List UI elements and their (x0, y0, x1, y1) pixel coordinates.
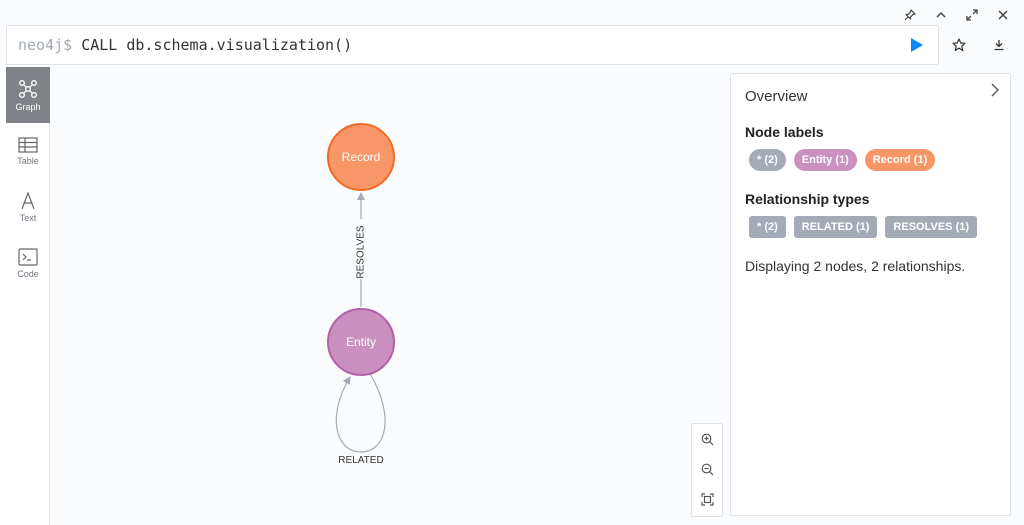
node-label-all[interactable]: * (2) (749, 149, 786, 171)
overview-title: Overview (745, 88, 808, 105)
query-editor[interactable]: neo4j$ CALL db.schema.visualization() (6, 25, 939, 65)
close-icon[interactable] (987, 6, 1018, 24)
node-entity[interactable]: Entity (327, 308, 395, 376)
star-icon (952, 38, 966, 52)
zoom-in-button[interactable] (692, 424, 722, 454)
relationship-resolves-label: RESOLVES (356, 225, 367, 278)
relationship-related[interactable]: RELATED (335, 371, 386, 466)
collapse-overview-button[interactable] (986, 82, 1002, 98)
query-text[interactable]: CALL db.schema.visualization() (81, 36, 352, 54)
table-icon (18, 136, 38, 153)
tab-text[interactable]: Text (6, 179, 50, 235)
chevron-up-icon[interactable] (925, 6, 956, 24)
relationship-type-resolves[interactable]: RESOLVES (1) (885, 216, 978, 238)
download-button[interactable] (986, 34, 1012, 56)
overview-panel: Overview Node labels * (2) Entity (1) Re… (730, 73, 1011, 516)
editor-actions (946, 34, 1012, 56)
text-icon (21, 191, 35, 209)
play-icon (911, 38, 923, 52)
relationship-types-heading: Relationship types (745, 191, 870, 207)
overview-summary: Displaying 2 nodes, 2 relationships. (745, 258, 966, 274)
tab-graph-label: Graph (15, 101, 41, 112)
tab-code[interactable]: Code (6, 235, 50, 291)
tab-graph[interactable]: Graph (6, 67, 50, 123)
fit-screen-icon (700, 492, 714, 506)
editor-prompt: neo4j$ (18, 36, 73, 54)
code-icon (18, 247, 38, 266)
relationship-types-list: * (2) RELATED (1) RESOLVES (1) (749, 216, 996, 238)
tab-table[interactable]: Table (6, 123, 50, 179)
node-label-record[interactable]: Record (1) (864, 149, 936, 171)
pin-icon[interactable] (894, 6, 925, 24)
run-query-button[interactable] (910, 37, 926, 55)
graph-icon (19, 79, 37, 98)
frame-controls (894, 6, 1018, 24)
graph-svg: RESOLVES RELATED Record Entity (327, 123, 395, 466)
zoom-out-icon (701, 463, 713, 475)
fit-to-screen-button[interactable] (692, 484, 722, 514)
relationship-related-label: RELATED (338, 455, 383, 466)
node-labels-heading: Node labels (745, 124, 824, 140)
relationship-type-related[interactable]: RELATED (1) (793, 216, 878, 238)
zoom-out-button[interactable] (692, 454, 722, 484)
zoom-in-icon (701, 433, 713, 445)
relationship-resolves[interactable]: RESOLVES (356, 192, 367, 307)
tab-code-label: Code (17, 268, 39, 279)
node-entity-label: Entity (346, 335, 376, 349)
chevron-right-icon (991, 83, 999, 97)
node-labels-list: * (2) Entity (1) Record (1) (749, 149, 996, 171)
download-icon (994, 40, 1004, 51)
tab-table-label: Table (17, 155, 39, 166)
fullscreen-icon[interactable] (956, 6, 987, 24)
tab-text-label: Text (19, 212, 37, 223)
zoom-controls (691, 423, 723, 517)
node-record-label: Record (342, 150, 381, 164)
node-label-entity[interactable]: Entity (1) (793, 149, 857, 171)
favorite-button[interactable] (946, 34, 972, 56)
node-record[interactable]: Record (327, 123, 395, 191)
relationship-type-all[interactable]: * (2) (749, 216, 786, 238)
